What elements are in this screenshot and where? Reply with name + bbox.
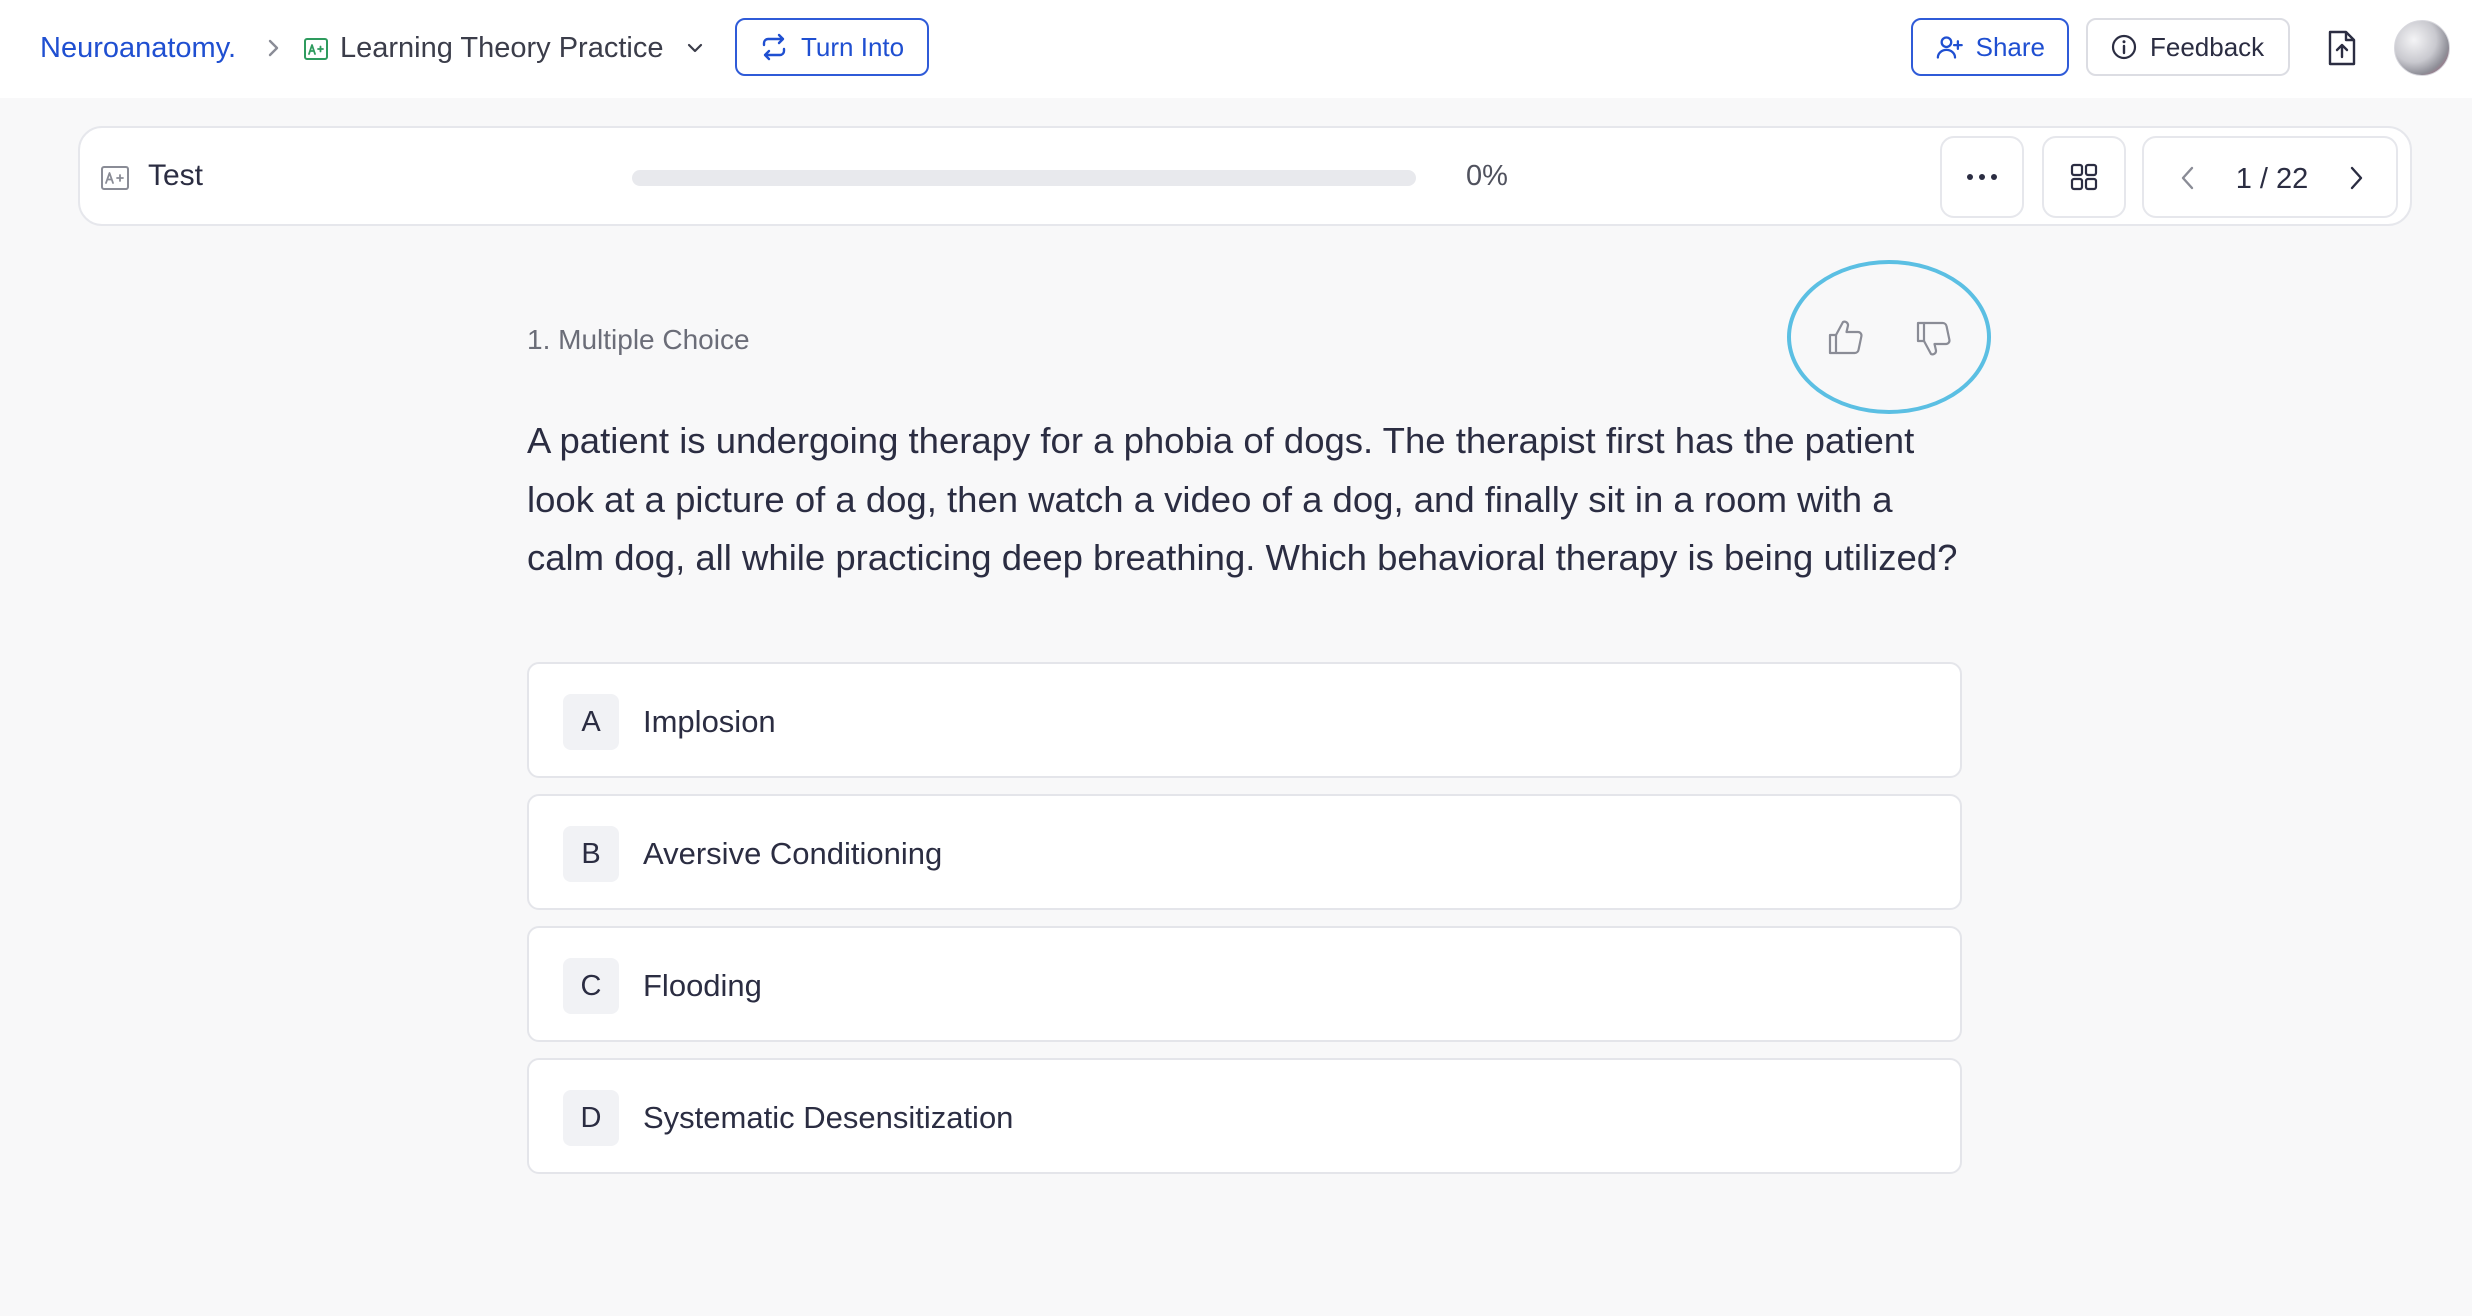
- grid-icon: [2070, 163, 2098, 191]
- test-icon: [304, 38, 328, 60]
- chevron-right-icon: [2350, 166, 2363, 190]
- thumbs-up-button[interactable]: [1824, 316, 1868, 360]
- export-button[interactable]: [2320, 26, 2364, 70]
- option-letter: C: [563, 958, 619, 1014]
- option-text: Aversive Conditioning: [643, 836, 943, 871]
- turn-into-label: Turn Into: [801, 31, 905, 62]
- chevron-down-icon[interactable]: [684, 34, 706, 62]
- option-text: Flooding: [643, 968, 762, 1003]
- progress-bar: [632, 170, 1416, 186]
- more-options-button[interactable]: [1940, 136, 2024, 218]
- test-label: Test: [148, 159, 204, 192]
- top-bar: Neuroanatomy. Learning Theory Practice T…: [0, 0, 2472, 98]
- info-icon: [2111, 34, 2137, 60]
- repeat-icon: [762, 33, 786, 61]
- feedback-button[interactable]: Feedback: [2086, 18, 2290, 76]
- avatar[interactable]: [2394, 20, 2450, 76]
- option-a[interactable]: A Implosion: [527, 662, 1962, 778]
- question-text: A patient is undergoing therapy for a ph…: [527, 420, 1958, 578]
- option-letter: D: [563, 1090, 619, 1146]
- previous-question-button[interactable]: [2168, 158, 2208, 198]
- turn-into-button[interactable]: Turn Into: [735, 18, 929, 76]
- workspace-link[interactable]: Neuroanatomy.: [40, 28, 236, 68]
- share-label: Share: [1975, 31, 2045, 62]
- progress-percent: 0%: [1466, 160, 1508, 192]
- option-d[interactable]: D Systematic Desensitization: [527, 1058, 1962, 1174]
- test-icon: [101, 166, 129, 190]
- thumbs-up-icon: [1828, 320, 1863, 355]
- question-grid-button[interactable]: [2042, 136, 2126, 218]
- option-letter: A: [563, 694, 619, 750]
- page-indicator: 1 / 22: [2235, 163, 2309, 195]
- test-toolbar: Test 0% 1 / 22: [78, 126, 2412, 226]
- thumbs-down-icon: [1916, 321, 1951, 356]
- option-text: Implosion: [643, 704, 776, 739]
- feedback-label: Feedback: [2150, 31, 2265, 62]
- answer-options: A Implosion B Aversive Conditioning C Fl…: [527, 662, 1962, 1190]
- highlight-circle: [1787, 260, 1991, 414]
- thumbs-down-button[interactable]: [1912, 316, 1956, 360]
- file-upload-icon: [2328, 30, 2356, 66]
- question-type-label: 1. Multiple Choice: [527, 324, 750, 355]
- share-button[interactable]: Share: [1911, 18, 2069, 76]
- option-c[interactable]: C Flooding: [527, 926, 1962, 1042]
- add-user-icon: [1936, 36, 1963, 59]
- option-b[interactable]: B Aversive Conditioning: [527, 794, 1962, 910]
- more-horizontal-icon: [1967, 174, 1997, 180]
- next-question-button[interactable]: [2336, 158, 2376, 198]
- option-letter: B: [563, 826, 619, 882]
- chevron-left-icon: [2181, 166, 2194, 190]
- question-pager: 1 / 22: [2142, 136, 2398, 218]
- option-text: Systematic Desensitization: [643, 1100, 1014, 1135]
- chevron-right-icon: [268, 39, 279, 57]
- page-title[interactable]: Learning Theory Practice: [340, 28, 663, 68]
